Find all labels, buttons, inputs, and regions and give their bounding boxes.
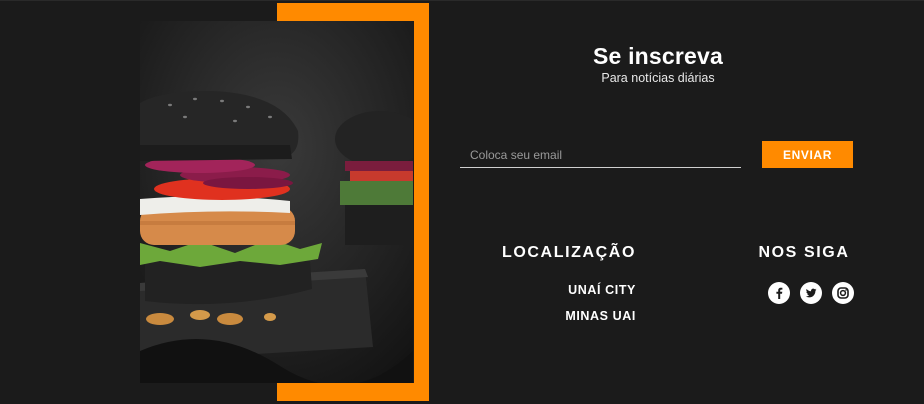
social-links	[768, 282, 856, 304]
location-item: UNAÍ CITY	[568, 283, 636, 297]
newsletter-section: Se inscreva Para notícias diárias ENVIAR…	[0, 0, 924, 404]
send-button[interactable]: ENVIAR	[762, 141, 853, 168]
location-item: MINAS UAI	[565, 309, 636, 323]
instagram-icon[interactable]	[832, 282, 854, 304]
follow-heading: NOS SIGA	[758, 244, 850, 261]
email-input[interactable]	[460, 143, 741, 168]
burger-photo	[140, 21, 413, 383]
twitter-icon[interactable]	[800, 282, 822, 304]
location-heading: LOCALIZAÇÃO	[501, 244, 636, 261]
facebook-icon[interactable]	[768, 282, 790, 304]
newsletter-title: Se inscreva	[592, 43, 724, 69]
newsletter-subtitle: Para notícias diárias	[601, 71, 715, 85]
